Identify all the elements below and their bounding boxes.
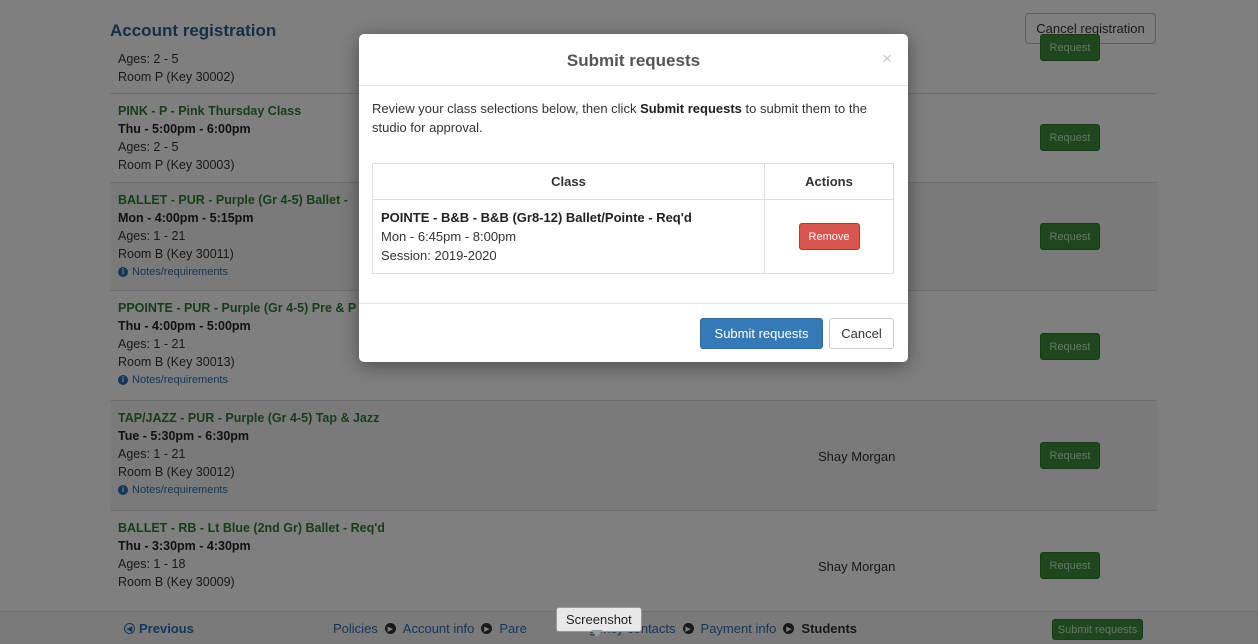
cancel-button[interactable]: Cancel [829,318,894,349]
selected-classes-table: Class Actions POINTE - B&B - B&B (Gr8-12… [372,163,894,274]
column-header-class: Class [372,163,765,200]
close-icon[interactable]: × [882,49,892,69]
table-header-row: Class Actions [372,163,894,200]
screenshot-tooltip: Screenshot [556,607,642,632]
remove-button[interactable]: Remove [798,223,860,250]
modal-header: Submit requests × [359,34,908,86]
intro-bold-text: Submit requests [640,101,742,116]
submit-requests-button[interactable]: Submit requests [700,318,823,349]
intro-text: Review your class selections below, then… [372,101,641,116]
actions-cell: Remove [764,199,894,274]
selected-class-cell: POINTE - B&B - B&B (Gr8-12) Ballet/Point… [372,199,765,274]
tooltip-arrow [591,630,603,637]
selected-class-title: POINTE - B&B - B&B (Gr8-12) Ballet/Point… [381,210,692,225]
modal-title: Submit requests [566,51,701,70]
selected-class-session: Session: 2019-2020 [381,248,497,263]
submit-requests-modal: Submit requests × Review your class sele… [359,34,908,362]
modal-footer: Submit requests Cancel [359,303,908,362]
column-header-actions: Actions [764,163,894,200]
modal-instructions: Review your class selections below, then… [372,99,882,137]
selected-class-schedule: Mon - 6:45pm - 8:00pm [381,229,517,244]
table-row: POINTE - B&B - B&B (Gr8-12) Ballet/Point… [372,199,894,274]
